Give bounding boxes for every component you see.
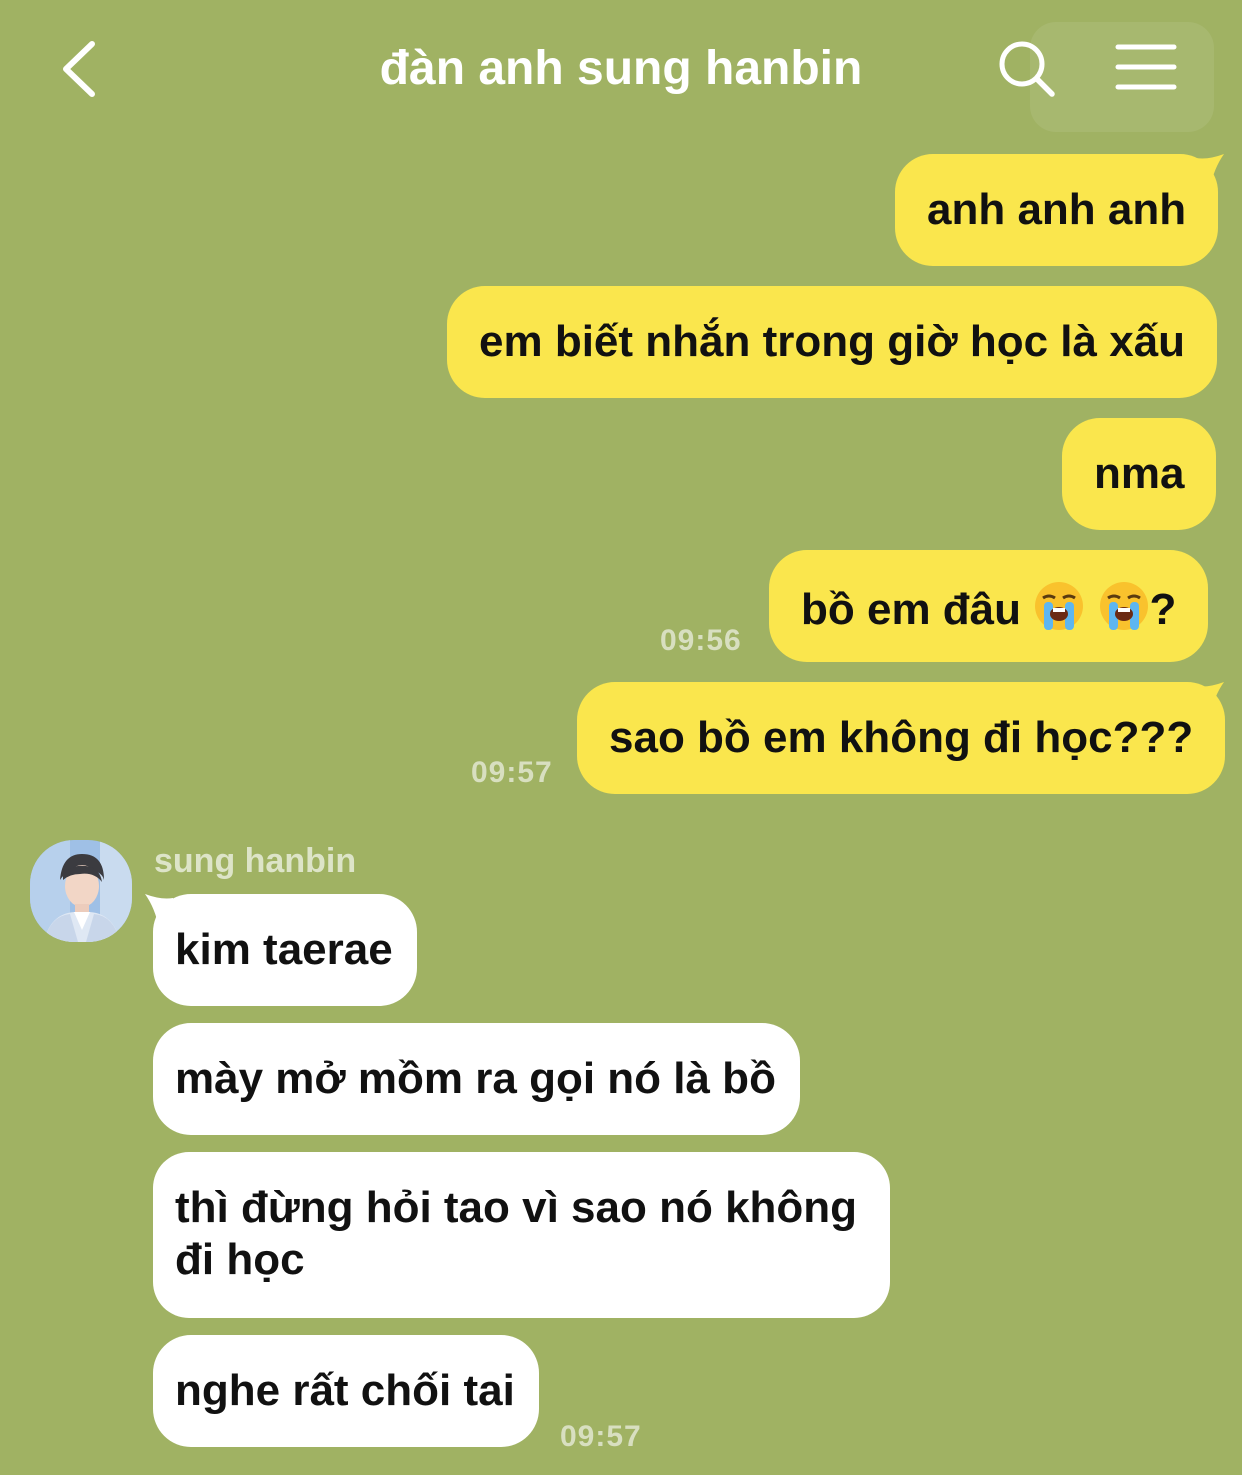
- avatar[interactable]: [30, 840, 132, 942]
- message-text-line: thì đừng hỏi tao vì sao nó không: [175, 1183, 858, 1232]
- loudly-crying-face-icon: [1035, 582, 1084, 630]
- message-text: nma: [1094, 449, 1185, 498]
- message-text: sao bồ em không đi học???: [609, 713, 1194, 762]
- message-text: bồ em đâu: [801, 585, 1022, 634]
- message-time: 09:57: [471, 756, 553, 789]
- hamburger-menu-icon[interactable]: [1114, 42, 1178, 92]
- incoming-message[interactable]: mày mở mồm ra gọi nó là bồ: [153, 1023, 800, 1135]
- message-text-suffix: ?: [1149, 585, 1177, 634]
- sender-name: sung hanbin: [154, 842, 357, 880]
- message-time: 09:56: [660, 624, 742, 657]
- message-text: mày mở mồm ra gọi nó là bồ: [175, 1054, 776, 1103]
- loudly-crying-face-icon: [1099, 582, 1148, 630]
- incoming-message[interactable]: kim taerae: [153, 894, 417, 1006]
- chat-header: đàn anh sung hanbin: [0, 0, 1242, 140]
- incoming-message[interactable]: nghe rất chối tai: [153, 1335, 539, 1447]
- message-text: em biết nhắn trong giờ học là xấu: [479, 317, 1186, 366]
- message-time: 09:57: [560, 1420, 642, 1453]
- outgoing-message[interactable]: sao bồ em không đi học???: [577, 682, 1226, 794]
- message-text-line: đi học: [175, 1235, 305, 1284]
- outgoing-message[interactable]: anh anh anh: [895, 154, 1219, 266]
- outgoing-message[interactable]: bồ em đâu ?: [769, 550, 1209, 662]
- search-icon[interactable]: [996, 38, 1058, 100]
- incoming-message[interactable]: thì đừng hỏi tao vì sao nó không đi học: [153, 1152, 890, 1318]
- message-text: kim taerae: [175, 925, 393, 974]
- outgoing-message[interactable]: nma: [1062, 418, 1217, 530]
- message-text: nghe rất chối tai: [175, 1366, 515, 1415]
- message-text: anh anh anh: [927, 185, 1187, 234]
- outgoing-message[interactable]: em biết nhắn trong giờ học là xấu: [447, 286, 1218, 398]
